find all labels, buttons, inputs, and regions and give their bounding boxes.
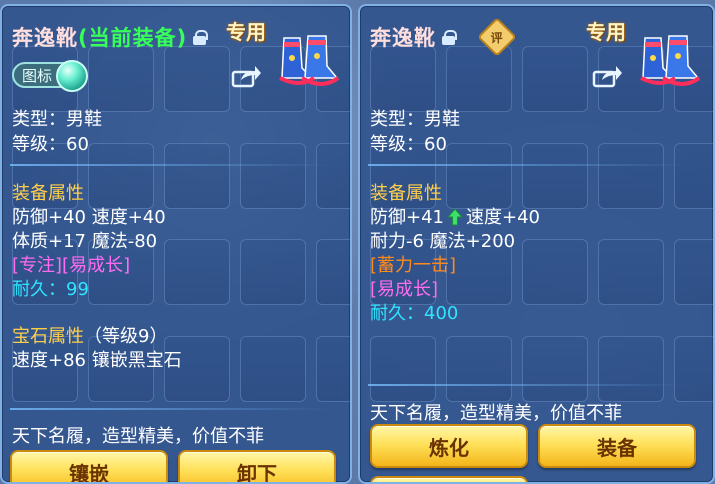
attr-title: 装备属性: [370, 183, 442, 204]
divider: [368, 164, 688, 166]
type-line: 类型：男鞋: [12, 109, 102, 130]
type-line: 类型：男鞋: [370, 109, 460, 130]
share-icon[interactable]: [592, 64, 622, 88]
gem-level: （等级9）: [84, 326, 168, 347]
refine-button[interactable]: 炼化: [370, 424, 528, 468]
gem-title: 宝石属性: [12, 326, 84, 347]
special-effect-2: [易成长]: [370, 279, 439, 300]
extra-button[interactable]: [370, 476, 528, 482]
tag-orb-icon: [56, 60, 89, 92]
level-line: 等级：60: [12, 134, 89, 155]
unequip-button[interactable]: 卸下: [178, 450, 336, 482]
attr-line-2: 体质+17 魔法-80: [12, 231, 158, 252]
durability-line: 耐久：99: [12, 277, 89, 302]
equipped-label: (当前装备): [78, 26, 188, 50]
attr-line-1: 防御+41 速度+40: [370, 205, 540, 230]
durability-label: 耐久：: [12, 279, 66, 300]
durability-line: 耐久：400: [370, 301, 458, 326]
boots-icon: [640, 35, 701, 86]
exclusive-label: 专用: [586, 20, 626, 44]
defense-stat: 防御+41: [370, 207, 444, 228]
gem-title-line: 宝石属性（等级9）: [12, 324, 167, 349]
special-effect-1: [蓄力一击]: [370, 255, 457, 276]
attr-title: 装备属性: [12, 183, 84, 204]
item-title-row: 奔逸靴 评: [370, 17, 517, 57]
durability-value: 99: [66, 279, 89, 300]
lock-icon: [442, 29, 457, 45]
divider: [10, 408, 330, 410]
attr-line-2: 耐力-6 魔法+200: [370, 231, 516, 252]
item-name: 奔逸靴(当前装备): [12, 26, 188, 50]
arrow-up-icon: [447, 208, 463, 226]
inlay-button[interactable]: 镶嵌: [10, 450, 168, 482]
attr-line-1: 防御+40 速度+40: [12, 207, 166, 228]
icon-toggle[interactable]: 图标: [12, 60, 89, 92]
durability-value: 400: [424, 303, 459, 324]
item-name: 奔逸靴: [370, 26, 436, 50]
speed-stat: 速度+40: [466, 207, 540, 228]
level-line: 等级：60: [370, 134, 447, 155]
share-icon[interactable]: [231, 64, 261, 88]
icon-toggle-label: 图标: [22, 66, 53, 85]
divider: [10, 164, 330, 166]
gem-line: 速度+86 镶嵌黑宝石: [12, 350, 182, 371]
equip-button[interactable]: 装备: [538, 424, 696, 468]
durability-label: 耐久：: [370, 303, 424, 324]
eval-badge-icon[interactable]: 评: [477, 17, 517, 57]
item-title-row: 奔逸靴(当前装备): [12, 22, 209, 52]
compare-equipment-panel: 奔逸靴 评 专用 类型：男鞋 等级：60 装备属性 防御+41 速度+40 耐力-…: [358, 4, 715, 484]
special-effects: [专注][易成长]: [12, 255, 131, 276]
item-description: 天下名履，造型精美，价值不菲: [370, 403, 622, 424]
exclusive-label: 专用: [226, 20, 266, 44]
current-equipment-panel: 奔逸靴(当前装备) 专用 图标 类型：男鞋 等级：60 装备属性 防御+40 速…: [0, 4, 352, 484]
divider: [368, 384, 688, 386]
item-description: 天下名履，造型精美，价值不菲: [12, 426, 264, 447]
lock-icon: [193, 29, 209, 45]
boots-icon: [279, 35, 340, 86]
